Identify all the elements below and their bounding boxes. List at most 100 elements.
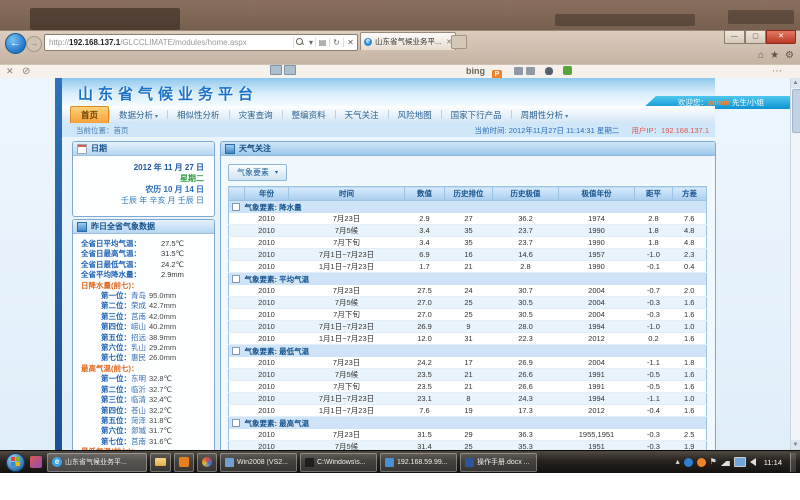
station-link[interactable]: 临沂: [131, 385, 146, 395]
taskbar-window-button[interactable]: C:\Windows\s...: [300, 453, 377, 472]
station-link[interactable]: 招远: [131, 333, 146, 343]
stop-icon[interactable]: ✕: [343, 38, 357, 47]
group-expand-cell: [229, 273, 245, 286]
chevron-down-icon: ▾: [155, 114, 158, 120]
new-tab-button[interactable]: [451, 35, 467, 49]
station-link[interactable]: 荣成: [131, 301, 146, 311]
tray-expand-icon[interactable]: ▴: [676, 458, 680, 466]
quick-launch-icon[interactable]: [30, 456, 42, 468]
browser-tab[interactable]: e 山东省气候业务平... ✕: [360, 32, 456, 50]
favorites-star-icon[interactable]: ★: [770, 50, 779, 61]
show-desktop-button[interactable]: [790, 453, 796, 472]
toolbar-close-icon[interactable]: ✕: [6, 65, 14, 78]
station-link[interactable]: 苍山: [131, 406, 146, 416]
home-icon[interactable]: ⌂: [758, 50, 764, 61]
table-cell: 14.6: [493, 249, 559, 261]
row-select-cell: [229, 321, 245, 333]
forward-button[interactable]: →: [26, 36, 42, 52]
scroll-down-icon[interactable]: ▼: [791, 440, 800, 450]
menu-item-8[interactable]: 周期性分析▾: [512, 109, 578, 121]
back-button[interactable]: ←: [5, 33, 26, 54]
table-cell: 1990: [559, 261, 635, 273]
refresh-icon[interactable]: ↻: [329, 38, 343, 47]
display-icon[interactable]: [734, 457, 746, 467]
element-filter-button[interactable]: 气象要素▾: [228, 164, 287, 181]
bing-logo[interactable]: bing: [466, 65, 485, 78]
search-dropdown-icon[interactable]: ▾: [307, 38, 315, 47]
station-link[interactable]: 郯城: [131, 426, 146, 436]
tools-gear-icon[interactable]: ⚙: [785, 50, 794, 61]
expand-icon[interactable]: [232, 275, 240, 283]
menu-item-7[interactable]: 国家下行产品: [442, 109, 511, 121]
station-link[interactable]: 莒南: [131, 312, 146, 322]
tray-flag-icon[interactable]: ⚑: [710, 458, 717, 466]
station-link[interactable]: 临清: [131, 395, 146, 405]
page-scrollbar[interactable]: ▲ ▼: [790, 78, 800, 450]
taskbar-folder-button[interactable]: [150, 453, 171, 472]
station-link[interactable]: 青岛: [131, 291, 146, 301]
scroll-up-icon[interactable]: ▲: [791, 78, 800, 88]
close-button[interactable]: ✕: [766, 30, 796, 44]
table-cell: 7月23日: [289, 357, 405, 369]
menu-item-0[interactable]: 首页: [70, 106, 109, 124]
paw-icon[interactable]: [545, 65, 556, 78]
table-cell: 1955,1951: [559, 429, 635, 441]
more-icon[interactable]: ⋯: [772, 65, 782, 78]
expand-icon[interactable]: [232, 347, 240, 355]
taskbar-app-button[interactable]: [174, 453, 194, 472]
volume-icon[interactable]: [750, 458, 756, 466]
station-link[interactable]: 菏泽: [131, 416, 146, 426]
menu-item-1[interactable]: 数据分析▾: [110, 109, 167, 121]
taskbar-clock[interactable]: 11:14: [764, 458, 782, 467]
expand-icon[interactable]: [232, 419, 240, 427]
app-icon: [179, 457, 189, 467]
calendar-ganzhi[interactable]: 壬辰 年 辛亥 月 壬辰 日: [73, 195, 204, 206]
rank-line: 第六位：乳山29.2mm: [75, 343, 212, 353]
table-cell: 25: [445, 309, 493, 321]
group-expand-cell: [229, 201, 245, 214]
menu-item-5[interactable]: 天气关注: [336, 109, 388, 121]
taskbar-window-button[interactable]: 192.168.59.99...: [380, 453, 457, 472]
table-cell: -0.1: [635, 261, 673, 273]
station-link[interactable]: 崂山: [131, 322, 146, 332]
row-select-cell: [229, 285, 245, 297]
screenshot-margin: [0, 473, 800, 500]
start-button[interactable]: [6, 453, 25, 472]
maximize-button[interactable]: ▢: [745, 30, 766, 44]
table-row: 20107月1日~7月23日6.91614.61957-1.02.3: [229, 249, 707, 261]
station-link[interactable]: 乳山: [131, 343, 146, 353]
group-expand-cell: [229, 417, 245, 430]
card-icons[interactable]: [270, 65, 298, 79]
addon-puzzle-icon[interactable]: [563, 65, 572, 78]
menu-item-3[interactable]: 灾害查询: [230, 109, 282, 121]
network-icon[interactable]: [721, 458, 730, 466]
table-cell: 2010: [245, 405, 289, 417]
rank-label: 第六位：: [101, 426, 131, 436]
blocked-icon[interactable]: ⊘: [22, 65, 30, 78]
tray-blue-icon[interactable]: [684, 458, 693, 467]
url-text[interactable]: http://192.168.137.1/GLCCLIMATE/modules/…: [45, 38, 293, 47]
window-controls: — ▢ ✕: [724, 30, 796, 44]
taskbar-media-button[interactable]: [197, 453, 217, 472]
search-icon[interactable]: [293, 37, 307, 48]
station-link[interactable]: 东明: [131, 374, 146, 384]
menu-item-6[interactable]: 风险地图: [389, 109, 441, 121]
snapshot-icon[interactable]: [514, 65, 538, 78]
tray-fox-icon[interactable]: [697, 458, 706, 467]
station-link[interactable]: 惠民: [131, 353, 146, 363]
taskbar-window-button[interactable]: Win2008 (VS2...: [220, 453, 297, 472]
station-link[interactable]: 莒南: [131, 437, 146, 447]
menu-item-2[interactable]: 相似性分析: [168, 109, 229, 121]
table-cell: 1.8: [673, 357, 707, 369]
rank-value: 31.7℃: [149, 426, 172, 436]
minimize-button[interactable]: —: [724, 30, 745, 44]
expand-icon[interactable]: [232, 203, 240, 211]
tab-title[interactable]: 山东省气候业务平...: [375, 36, 444, 47]
menu-item-4[interactable]: 整编资料: [283, 109, 335, 121]
scrollbar-thumb[interactable]: [792, 89, 800, 133]
taskbar-window-button[interactable]: 操作手册.docx ...: [460, 453, 537, 472]
address-bar[interactable]: http://192.168.137.1/GLCCLIMATE/modules/…: [44, 34, 358, 51]
compatibility-view-icon[interactable]: ▤: [315, 38, 329, 47]
background-window-fragment: [555, 14, 695, 26]
taskbar-ie-window[interactable]: e 山东省气候业务平...: [47, 453, 147, 472]
